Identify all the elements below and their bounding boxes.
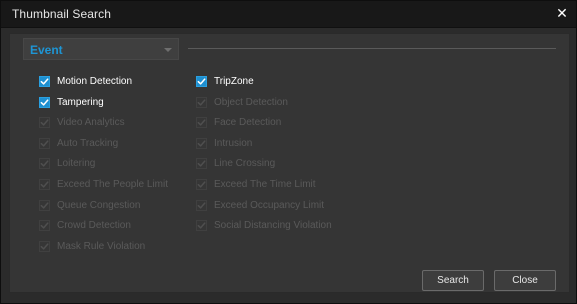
checkbox	[39, 116, 50, 128]
option-intrusion: Intrusion	[196, 136, 252, 150]
option-video-analytics: Video Analytics	[39, 115, 125, 129]
window-title: Thumbnail Search	[12, 7, 111, 21]
option-motion-detection[interactable]: Motion Detection	[39, 74, 132, 88]
option-tripzone[interactable]: TripZone	[196, 74, 254, 88]
option-crowd-detection: Crowd Detection	[39, 218, 131, 232]
checkbox	[39, 240, 50, 252]
title-bar: Thumbnail Search ✕	[1, 1, 576, 28]
option-label: Tampering	[57, 96, 104, 108]
checkbox	[196, 116, 207, 128]
checkmark-icon	[40, 180, 49, 189]
filter-type-dropdown[interactable]: Event	[23, 38, 179, 60]
checkbox	[196, 219, 207, 231]
option-exceed-the-time-limit: Exceed The Time Limit	[196, 177, 316, 191]
filter-type-value: Event	[30, 43, 63, 57]
checkmark-icon	[197, 118, 206, 127]
checkmark-icon	[40, 201, 49, 210]
option-label: Motion Detection	[57, 75, 133, 87]
checkmark-icon	[197, 98, 206, 107]
checkbox	[196, 178, 207, 190]
checkmark-icon	[197, 201, 206, 210]
checkbox	[39, 199, 50, 211]
checkmark-icon	[40, 118, 49, 127]
checkmark-icon	[197, 77, 206, 86]
option-label: Auto Tracking	[57, 137, 119, 149]
option-exceed-occupancy-limit: Exceed Occupancy Limit	[196, 198, 324, 212]
option-tampering[interactable]: Tampering	[39, 95, 104, 109]
option-queue-congestion: Queue Congestion	[39, 198, 140, 212]
option-label: Exceed Occupancy Limit	[214, 199, 325, 211]
checkmark-icon	[197, 221, 206, 230]
option-label: Social Distancing Violation	[214, 219, 332, 231]
close-button[interactable]: Close	[494, 270, 556, 291]
option-auto-tracking: Auto Tracking	[39, 136, 118, 150]
close-icon[interactable]: ✕	[555, 5, 569, 21]
checkbox[interactable]	[39, 96, 50, 108]
option-line-crossing: Line Crossing	[196, 156, 275, 170]
option-label: TripZone	[214, 75, 254, 87]
checkmark-icon	[40, 77, 49, 86]
option-object-detection: Object Detection	[196, 95, 288, 109]
checkbox	[196, 96, 207, 108]
option-loitering: Loitering	[39, 156, 95, 170]
dialog-body: Event Motion Detection Tampering Video Ana…	[9, 33, 570, 293]
option-label: Line Crossing	[214, 157, 276, 169]
option-label: Exceed The People Limit	[57, 178, 168, 190]
option-social-distancing-violation: Social Distancing Violation	[196, 218, 332, 232]
checkbox	[196, 199, 207, 211]
checkbox[interactable]	[196, 75, 207, 87]
checkbox	[39, 137, 50, 149]
header-divider	[188, 48, 556, 49]
checkmark-icon	[197, 139, 206, 148]
option-label: Intrusion	[214, 137, 253, 149]
option-face-detection: Face Detection	[196, 115, 281, 129]
chevron-down-icon	[164, 48, 172, 52]
option-label: Video Analytics	[57, 116, 125, 128]
option-label: Face Detection	[214, 116, 282, 128]
checkbox	[196, 157, 207, 169]
option-label: Crowd Detection	[57, 219, 131, 231]
checkbox	[196, 137, 207, 149]
thumbnail-search-dialog: Thumbnail Search ✕ Event Motion Detectio…	[0, 0, 577, 304]
checkmark-icon	[40, 159, 49, 168]
checkmark-icon	[40, 242, 49, 251]
option-label: Object Detection	[214, 96, 288, 108]
checkmark-icon	[40, 221, 49, 230]
option-label: Loitering	[57, 157, 96, 169]
checkmark-icon	[197, 180, 206, 189]
checkmark-icon	[40, 98, 49, 107]
option-exceed-the-people-limit: Exceed The People Limit	[39, 177, 168, 191]
checkbox	[39, 219, 50, 231]
option-label: Queue Congestion	[57, 199, 141, 211]
search-button[interactable]: Search	[422, 270, 484, 291]
checkbox[interactable]	[39, 75, 50, 87]
option-label: Exceed The Time Limit	[214, 178, 316, 190]
checkmark-icon	[40, 139, 49, 148]
checkmark-icon	[197, 159, 206, 168]
checkbox	[39, 157, 50, 169]
option-label: Mask Rule Violation	[57, 240, 146, 252]
option-mask-rule-violation: Mask Rule Violation	[39, 239, 145, 253]
checkbox	[39, 178, 50, 190]
